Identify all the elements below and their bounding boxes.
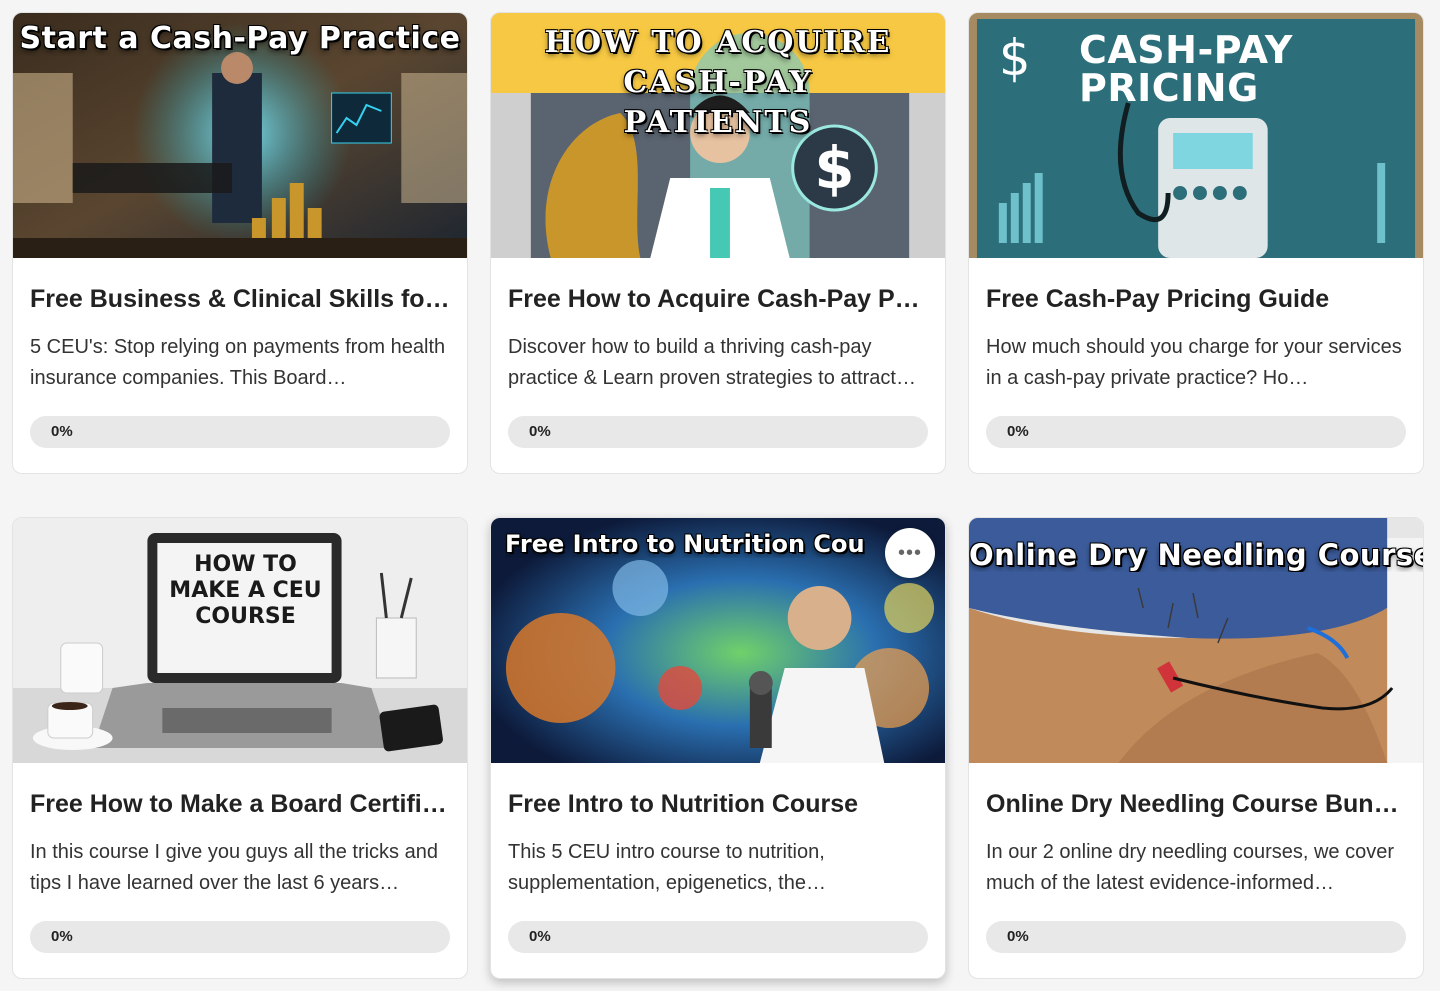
course-description: In our 2 online dry needling courses, we… (986, 841, 1395, 894)
course-card[interactable]: $ CASH-PAY PRICING Free Cash-Pay Pricing… (968, 12, 1424, 474)
course-card[interactable]: Free Intro to Nutrition Cou ••• Free Int… (490, 517, 946, 979)
course-thumbnail[interactable]: HOW TO MAKE A CEU COURSE (13, 518, 467, 763)
thumbnail-title: Online Dry Needling Courses (969, 538, 1423, 572)
course-card[interactable]: HOW TO MAKE A CEU COURSE Free How to Mak… (12, 517, 468, 979)
course-thumbnail[interactable]: $ How to Acquire Cash-Pay Patients (491, 13, 945, 258)
progress-bar: 0% (986, 921, 1406, 953)
thumbnail-title: CASH-PAY PRICING (1079, 31, 1293, 107)
course-title[interactable]: Online Dry Needling Course Bundl… (986, 789, 1406, 819)
course-title[interactable]: Free Cash-Pay Pricing Guide (986, 284, 1406, 314)
course-thumbnail[interactable]: $ CASH-PAY PRICING (969, 13, 1423, 258)
course-title[interactable]: Free How to Acquire Cash-Pay Pa… (508, 284, 928, 314)
course-description: 5 CEU's: Stop relying on payments from h… (30, 336, 446, 389)
course-title[interactable]: Free Intro to Nutrition Course (508, 789, 928, 819)
thumbnail-title: Start a Cash-Pay Practice (19, 21, 461, 56)
svg-text:$: $ (814, 134, 854, 202)
course-grid: Start a Cash-Pay Practice Free Business … (12, 12, 1424, 979)
progress-bar: 0% (986, 416, 1406, 448)
thumbnail-title: HOW TO MAKE A CEU COURSE (169, 552, 322, 629)
course-card[interactable]: $ How to Acquire Cash-Pay Patients Free … (490, 12, 946, 474)
progress-label: 0% (529, 423, 551, 440)
progress-bar: 0% (30, 416, 450, 448)
svg-text:$: $ (999, 29, 1031, 87)
progress-label: 0% (51, 928, 73, 945)
course-description: How much should you charge for your serv… (986, 336, 1402, 389)
progress-label: 0% (51, 423, 73, 440)
course-description: In this course I give you guys all the t… (30, 841, 438, 894)
progress-bar: 0% (508, 921, 928, 953)
progress-label: 0% (529, 928, 551, 945)
progress-bar: 0% (508, 416, 928, 448)
thumbnail-title: How to Acquire Cash-Pay Patients (544, 25, 892, 140)
course-thumbnail[interactable]: Online Dry Needling Courses (969, 518, 1423, 763)
progress-bar: 0% (30, 921, 450, 953)
thumbnail-title: Free Intro to Nutrition Cou (505, 530, 865, 558)
course-description: This 5 CEU intro course to nutrition, su… (508, 841, 826, 894)
progress-label: 0% (1007, 423, 1029, 440)
progress-label: 0% (1007, 928, 1029, 945)
course-title[interactable]: Free How to Make a Board Certifie… (30, 789, 450, 819)
more-options-button[interactable]: ••• (885, 528, 935, 578)
course-card[interactable]: Start a Cash-Pay Practice Free Business … (12, 12, 468, 474)
course-thumbnail[interactable]: Free Intro to Nutrition Cou ••• (491, 518, 945, 763)
course-thumbnail[interactable]: Start a Cash-Pay Practice (13, 13, 467, 258)
course-description: Discover how to build a thriving cash-pa… (508, 336, 916, 389)
course-card[interactable]: Online Dry Needling Courses Online Dry N… (968, 517, 1424, 979)
course-title[interactable]: Free Business & Clinical Skills for ... (30, 284, 450, 314)
